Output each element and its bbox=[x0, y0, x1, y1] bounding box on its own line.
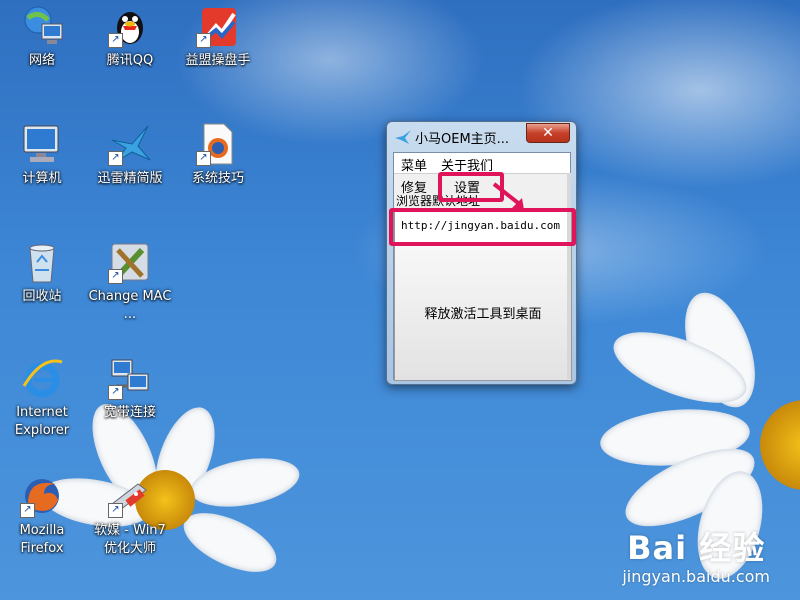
icon-label: Internet Explorer bbox=[14, 405, 70, 438]
desktop-icon-stock-app[interactable]: ↗ 益盟操盘手 bbox=[176, 4, 260, 70]
app-bird-icon bbox=[395, 129, 411, 144]
icon-label: 软媒 - Win7 优化大师 bbox=[94, 523, 166, 556]
computer-icon bbox=[20, 122, 64, 166]
icon-label: 系统技巧 bbox=[191, 171, 244, 186]
desktop-icon-internet-explorer[interactable]: Internet Explorer bbox=[0, 356, 84, 440]
recycle-bin-icon bbox=[20, 240, 64, 284]
icon-label: 宽带连接 bbox=[103, 405, 156, 420]
shortcut-arrow-icon: ↗ bbox=[196, 151, 211, 166]
window-title: 小马OEM主页... bbox=[415, 132, 510, 147]
knife-icon: ↗ bbox=[108, 474, 152, 518]
tools-icon: ↗ bbox=[108, 240, 152, 284]
icon-label: 益盟操盘手 bbox=[185, 53, 251, 68]
icon-label: Change MAC ... bbox=[88, 289, 172, 322]
desktop-icon-win7-optimizer[interactable]: ↗ 软媒 - Win7 优化大师 bbox=[88, 474, 172, 558]
icon-label: 腾讯QQ bbox=[106, 53, 154, 68]
qq-penguin-icon: ↗ bbox=[108, 4, 152, 48]
baidu-logo: Bai 经验 bbox=[627, 529, 766, 567]
desktop-icon-computer[interactable]: 计算机 bbox=[0, 122, 84, 188]
highlight-url-field bbox=[389, 208, 576, 246]
menu-item-menu[interactable]: 菜单 bbox=[401, 155, 427, 174]
daisy-right bbox=[597, 283, 800, 586]
shortcut-arrow-icon: ↗ bbox=[108, 33, 123, 48]
broadband-icon: ↗ bbox=[108, 356, 152, 400]
desktop-icon-change-mac[interactable]: ↗ Change MAC ... bbox=[88, 240, 172, 324]
shortcut-arrow-icon: ↗ bbox=[196, 33, 211, 48]
window-titlebar[interactable]: 小马OEM主页... ✕ bbox=[387, 122, 576, 150]
shortcut-arrow-icon: ↗ bbox=[108, 269, 123, 284]
release-tool-label: 释放激活工具到桌面 bbox=[424, 306, 542, 322]
ie-icon bbox=[20, 356, 64, 400]
stock-app-icon: ↗ bbox=[196, 4, 240, 48]
shortcut-arrow-icon: ↗ bbox=[108, 503, 123, 518]
desktop-icon-network[interactable]: 网络 bbox=[0, 4, 84, 70]
baidu-watermark: Bai 经验 jingyan.baidu.com bbox=[622, 523, 770, 586]
shortcut-arrow-icon: ↗ bbox=[108, 151, 123, 166]
desktop-icon-broadband[interactable]: ↗ 宽带连接 bbox=[88, 356, 172, 422]
scrollbar[interactable] bbox=[567, 173, 571, 379]
shortcut-arrow-icon: ↗ bbox=[108, 385, 123, 400]
desktop-icon-recycle-bin[interactable]: 回收站 bbox=[0, 240, 84, 306]
icon-label: 迅雷精简版 bbox=[97, 171, 163, 186]
annotation-arrow bbox=[492, 182, 524, 210]
tab-repair[interactable]: 修复 bbox=[401, 177, 427, 196]
desktop-icon-system-tips[interactable]: ↗ 系统技巧 bbox=[176, 122, 260, 188]
shortcut-arrow-icon: ↗ bbox=[20, 503, 35, 518]
icon-label: 回收站 bbox=[22, 289, 62, 304]
icon-label: Mozilla Firefox bbox=[19, 523, 65, 556]
close-button[interactable]: ✕ bbox=[526, 123, 570, 143]
firefox-doc-icon: ↗ bbox=[196, 122, 240, 166]
desktop-icon-thunder[interactable]: ↗ 迅雷精简版 bbox=[88, 122, 172, 188]
baidu-url: jingyan.baidu.com bbox=[622, 567, 770, 586]
icon-label: 网络 bbox=[28, 53, 55, 68]
desktop-icon-qq[interactable]: ↗ 腾讯QQ bbox=[88, 4, 172, 70]
oem-window: 小马OEM主页... ✕ 菜单 关于我们 修复 设置 浏览器默认地址 http:… bbox=[386, 121, 577, 385]
firefox-icon: ↗ bbox=[20, 474, 64, 518]
icon-label: 计算机 bbox=[22, 171, 62, 186]
desktop-icon-firefox[interactable]: ↗ Mozilla Firefox bbox=[0, 474, 84, 558]
release-tool-button[interactable]: 释放激活工具到桌面 bbox=[394, 243, 572, 381]
thunder-bird-icon: ↗ bbox=[108, 122, 152, 166]
network-icon bbox=[20, 4, 64, 48]
menu-bar: 菜单 关于我们 bbox=[394, 153, 570, 174]
